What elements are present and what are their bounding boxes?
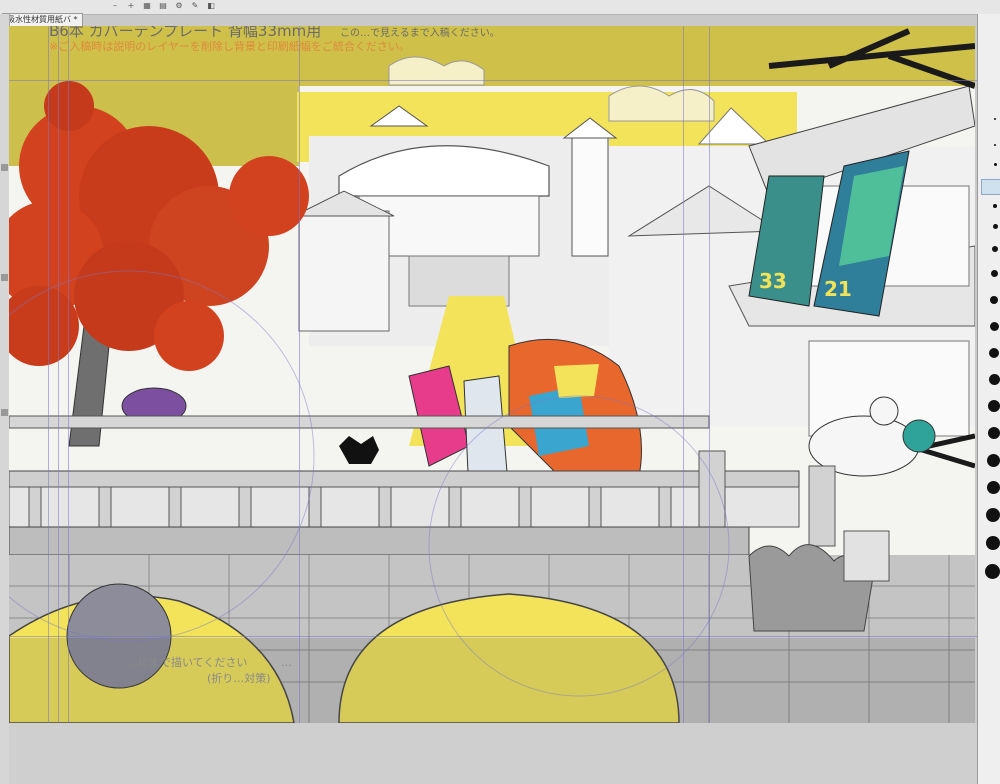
bleed-note: …にまで描いてください … <box>127 654 292 670</box>
brush-size-option[interactable] <box>994 118 996 120</box>
brush-size-option[interactable] <box>990 322 999 331</box>
grid-icon[interactable]: ▦ <box>142 1 152 11</box>
brush-size-option[interactable] <box>988 400 1000 412</box>
brush-size-option[interactable] <box>989 348 999 358</box>
app-toolbar: – + ▦ ▤ ⚙ ✎ ◧ <box>0 0 1000 15</box>
artwork: 33 21 <box>9 26 975 723</box>
brush-size-option[interactable] <box>994 163 997 166</box>
guide-line <box>9 80 977 81</box>
brush-size-panel <box>977 14 1000 784</box>
brush-size-option[interactable] <box>986 508 1000 522</box>
guide-line <box>709 26 710 784</box>
tool-icon[interactable] <box>1 409 8 416</box>
cloud <box>608 85 715 122</box>
brush-size-option[interactable] <box>988 427 1000 439</box>
tool-icon[interactable] <box>1 164 8 171</box>
canvas-bottom-margin <box>9 723 977 784</box>
front-railing-top <box>9 470 800 488</box>
brush-size-option[interactable] <box>989 374 1000 385</box>
bridge-deck <box>9 526 750 556</box>
brush-size-option[interactable] <box>993 204 997 208</box>
house-left <box>298 210 390 332</box>
brush-size-option[interactable] <box>990 296 998 304</box>
brush-size-option[interactable] <box>985 564 1000 579</box>
banner-right-label: 21 <box>824 277 852 301</box>
drawing-canvas[interactable]: 33 21 B6本 カバーテンプレート 背幅33mm用 この…で見えるまで入稿く… <box>9 26 975 723</box>
guide-line <box>299 26 300 784</box>
guide-line <box>48 26 49 723</box>
document-tab-label: 吸水性材質用紙バ * <box>7 15 78 24</box>
banner-left-label: 33 <box>759 269 787 293</box>
stone-lantern <box>843 530 890 582</box>
brush-size-option[interactable] <box>987 454 1000 467</box>
brush-size-option[interactable] <box>986 536 1000 550</box>
layer-icon[interactable]: ▤ <box>158 1 168 11</box>
guide-line <box>68 26 69 784</box>
brush-icon[interactable]: ✎ <box>190 1 200 11</box>
eraser-icon[interactable]: ◧ <box>206 1 216 11</box>
guide-line <box>58 26 59 784</box>
bleed-shade <box>9 638 975 723</box>
bleed-note-sub: (折り…対策) <box>207 672 271 685</box>
back-railing <box>9 415 710 429</box>
brush-size-selected[interactable] <box>981 179 1000 195</box>
creature-pattern-yellow <box>554 364 599 398</box>
guide-line <box>9 636 977 637</box>
template-instruction: ※ご入稿時は説明のレイヤーを削除し背景と印刷紙幅をご統合ください。 <box>49 40 410 53</box>
document-tab[interactable]: 吸水性材質用紙バ * <box>2 13 83 27</box>
brush-size-option[interactable] <box>992 246 998 252</box>
add-icon[interactable]: + <box>126 1 136 11</box>
brush-size-option[interactable] <box>994 144 996 146</box>
brush-size-option[interactable] <box>993 224 998 229</box>
tool-icon[interactable] <box>1 274 8 281</box>
minimize-icon[interactable]: – <box>110 1 120 11</box>
bleed-note-text: …にまで描いてください <box>127 656 248 669</box>
front-railing <box>9 486 800 528</box>
settings-icon[interactable]: ⚙ <box>174 1 184 11</box>
bleed-note-tail: … <box>280 656 292 669</box>
black-cat <box>339 436 379 464</box>
guide-line <box>683 26 684 784</box>
clock-tower <box>571 135 609 257</box>
brush-size-option[interactable] <box>991 270 998 277</box>
brush-size-option[interactable] <box>987 481 1000 494</box>
